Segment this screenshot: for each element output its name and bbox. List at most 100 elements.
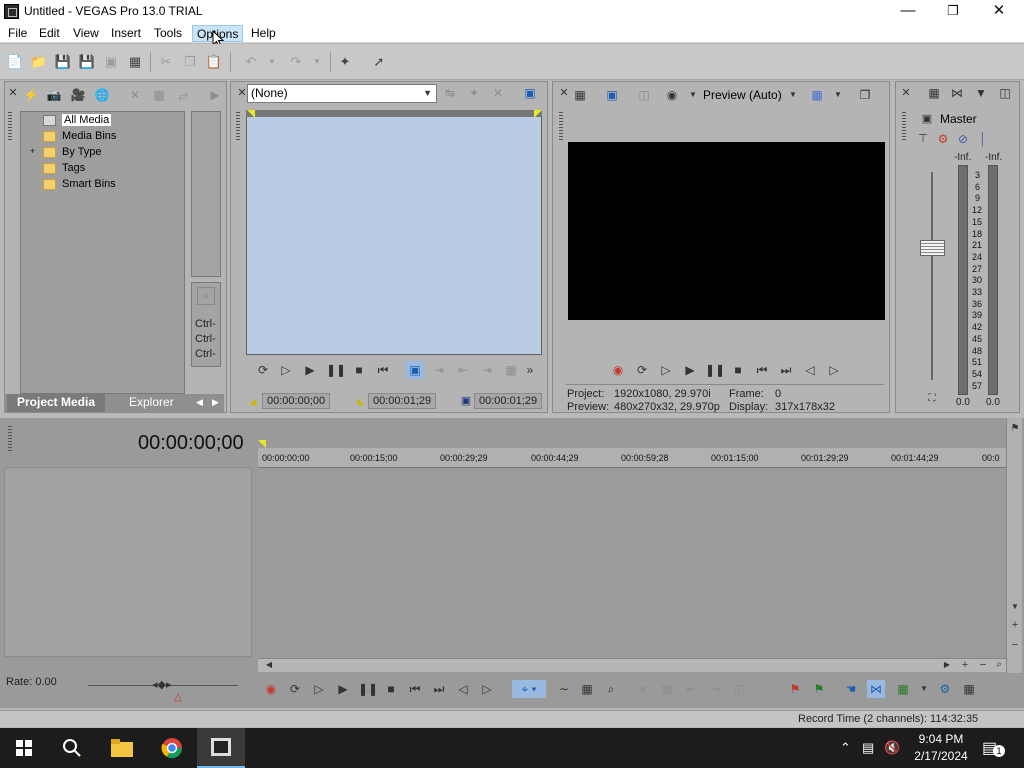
zoom-tool-icon[interactable]: ⌕ [990, 656, 1008, 674]
media-properties-icon[interactable]: ▦ [150, 86, 168, 104]
downmix-icon[interactable]: ⋈ [948, 84, 966, 102]
preview-properties-icon[interactable]: ▦ [571, 86, 589, 104]
clear-icon[interactable]: ✕ [489, 84, 507, 102]
ripple-edit-icon[interactable]: ▦ [894, 680, 912, 698]
go-to-start-icon[interactable]: ⏮ [753, 361, 771, 379]
record-mode-icon[interactable]: ◉ [663, 86, 681, 104]
chevron-down-icon[interactable]: ▼ [784, 86, 802, 104]
timeline-vertical-scrollbar[interactable]: ⚑ ▼ + − [1006, 418, 1022, 673]
snapping-icon[interactable]: ☚ [842, 680, 860, 698]
chevron-down-icon[interactable]: ▼ [915, 680, 933, 698]
selection-edit-tool-icon[interactable]: ▦ [578, 680, 596, 698]
tree-item-smart-bins[interactable]: Smart Bins [43, 177, 116, 191]
render-as-icon[interactable]: ▣ [102, 53, 120, 71]
track-area[interactable] [258, 468, 1006, 658]
track-header-area[interactable] [4, 467, 252, 657]
lock-icon[interactable]: ⛶ [754, 680, 772, 698]
media-fx-icon[interactable]: ⥂ [174, 86, 192, 104]
vegas-taskbar-button[interactable] [197, 728, 245, 768]
minimize-button[interactable]: — [885, 0, 931, 23]
redo-dropdown-icon[interactable]: ▼ [308, 53, 326, 71]
save-icon[interactable]: 💾 [54, 53, 72, 71]
play-preview-icon[interactable]: ▶ [206, 86, 224, 104]
trim-icon[interactable]: ⇥ [430, 361, 448, 379]
menu-view[interactable]: View [69, 25, 103, 42]
zoom-out-icon[interactable]: − [1006, 636, 1024, 654]
pin-icon[interactable]: ✦ [465, 84, 483, 102]
scroll-left-icon[interactable]: ◀ [260, 656, 278, 674]
overlays-icon[interactable]: ▦ [808, 86, 826, 104]
magic-wand-icon[interactable]: ✦ [336, 53, 354, 71]
insert-marker-icon[interactable]: ⚑ [786, 680, 804, 698]
previous-frame-icon[interactable]: ◁ [801, 361, 819, 379]
new-project-icon[interactable]: 📄 [6, 53, 24, 71]
lock-envelopes-icon[interactable]: ⚙ [936, 680, 954, 698]
chevron-down-icon[interactable]: ▼ [684, 86, 702, 104]
system-clock[interactable]: 9:04 PM 2/17/2024 [906, 731, 976, 765]
undo-dropdown-icon[interactable]: ▼ [263, 53, 281, 71]
close-button[interactable]: ✕ [976, 0, 1022, 23]
play-icon[interactable]: ▶ [681, 361, 699, 379]
next-frame-icon[interactable]: ▷ [825, 361, 843, 379]
trim-start-timecode[interactable]: 00:00:00;00 [262, 393, 331, 409]
video-preview-screen[interactable] [568, 142, 885, 320]
go-to-start-icon[interactable]: ⏮ [374, 361, 392, 379]
go-to-start-icon[interactable]: ⏮ [406, 680, 424, 698]
expand-icon[interactable]: + [28, 147, 37, 157]
master-fader-handle[interactable] [920, 240, 945, 256]
import-media-icon[interactable]: ⚡ [22, 86, 40, 104]
save-as-icon[interactable]: 💾 [78, 53, 96, 71]
zoom-edit-tool-icon[interactable]: ⌕ [602, 680, 620, 698]
more-icon[interactable]: » [521, 361, 539, 379]
trim-icon[interactable]: ⇥ [478, 361, 496, 379]
loop-icon[interactable]: ⟳ [254, 361, 272, 379]
split-screen-icon[interactable]: ◫ [635, 86, 653, 104]
previous-frame-icon[interactable]: ◁ [454, 680, 472, 698]
scroll-right-icon[interactable]: ▶ [938, 656, 956, 674]
play-from-start-icon[interactable]: ▷ [310, 680, 328, 698]
chrome-button[interactable] [148, 728, 196, 768]
trim-end-icon[interactable]: ⇥ [706, 680, 724, 698]
menu-edit[interactable]: Edit [35, 25, 64, 42]
panel-grip[interactable] [8, 426, 12, 452]
record-icon[interactable]: ◉ [609, 361, 627, 379]
media-list-area[interactable] [191, 111, 221, 277]
copy-snapshot-icon[interactable]: ❐ [856, 86, 874, 104]
delete-icon[interactable]: ✕ [634, 680, 652, 698]
trim-icon[interactable]: ▦ [502, 361, 520, 379]
play-from-start-icon[interactable]: ▷ [277, 361, 295, 379]
dim-output-icon[interactable]: ▼ [972, 84, 990, 102]
show-hidden-icons-icon[interactable]: ⌃ [840, 740, 851, 756]
file-explorer-button[interactable] [98, 728, 146, 768]
panel-grip[interactable] [902, 112, 906, 142]
start-button[interactable] [0, 728, 48, 768]
panel-grip[interactable] [236, 112, 240, 142]
select-region-icon[interactable]: ▣ [406, 361, 424, 379]
get-media-icon[interactable]: 🎥 [69, 86, 87, 104]
search-icon[interactable]: ⌖ [197, 287, 215, 305]
redo-icon[interactable]: ↷ [287, 53, 305, 71]
trimmer-timebar[interactable] [246, 110, 542, 117]
close-panel-icon[interactable]: ✕ [897, 84, 915, 102]
meters-icon[interactable]: ◫ [996, 84, 1014, 102]
panel-grip[interactable] [8, 112, 12, 142]
chevron-down-icon[interactable]: ▼ [829, 86, 847, 104]
trim-icon[interactable]: ▦ [658, 680, 676, 698]
trimmer-view[interactable] [246, 110, 542, 355]
mixer-properties-icon[interactable]: ▦ [925, 84, 943, 102]
monitor-icon[interactable]: ▣ [521, 84, 539, 102]
auto-crossfade-icon[interactable]: ⋈ [867, 680, 885, 698]
trim-start-icon[interactable]: ⇤ [682, 680, 700, 698]
marker-icon[interactable]: ⚑ [1006, 420, 1024, 438]
insert-fx-icon[interactable]: ⊤ [914, 130, 932, 148]
lock-icon[interactable]: ⛶ [923, 390, 941, 408]
trimmer-media-select[interactable]: (None) ▼ [247, 84, 437, 103]
timeline-horizontal-scrollbar[interactable]: ◀ ▶ + − ⌕ [258, 658, 1006, 672]
zoom-in-horizontal-icon[interactable]: + [956, 656, 974, 674]
tab-scroll-left-icon[interactable]: ◀ [196, 394, 203, 412]
ignore-grouping-icon[interactable]: ▦ [960, 680, 978, 698]
tree-item-by-type[interactable]: By Type [43, 145, 102, 159]
copy-icon[interactable]: ❐ [181, 53, 199, 71]
record-icon[interactable]: ◉ [262, 680, 280, 698]
next-frame-icon[interactable]: ▷ [478, 680, 496, 698]
